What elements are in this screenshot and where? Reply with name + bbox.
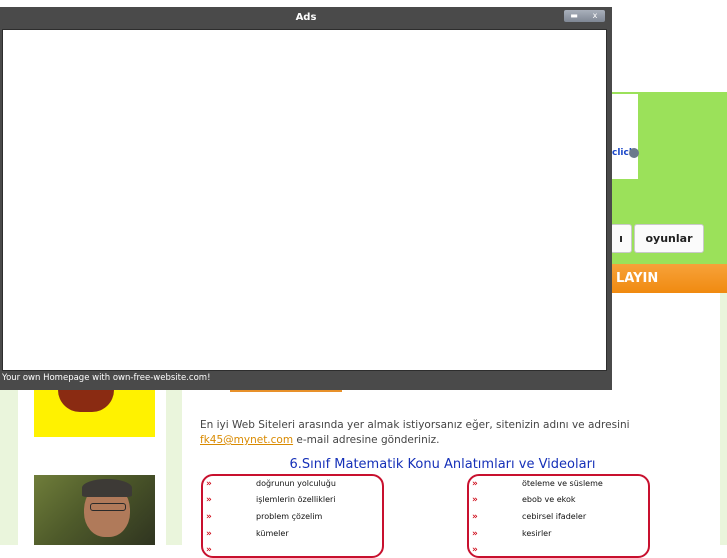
intro-after: e-mail adresine gönderiniz. <box>293 434 440 446</box>
bullet-arrow-icon: » <box>206 512 212 522</box>
ad-slot[interactable] <box>610 94 638 179</box>
profile-photo[interactable] <box>34 475 155 545</box>
ads-footer[interactable]: Your own Homepage with own-free-website.… <box>2 373 210 383</box>
topic-link[interactable]: ebob ve ekok <box>522 495 576 504</box>
topic-item[interactable]: » doğrunun yolculuğu <box>203 476 382 492</box>
topic-item[interactable]: » <box>469 542 648 558</box>
bullet-arrow-icon: » <box>206 479 212 489</box>
bullet-arrow-icon: » <box>206 529 212 539</box>
bullet-arrow-icon: » <box>472 479 478 489</box>
bullet-arrow-icon: » <box>206 545 212 555</box>
section-title: 6.Sınıf Matematik Konu Anlatımları ve Vi… <box>289 457 596 472</box>
topic-item[interactable]: » kümeler <box>203 526 382 542</box>
topic-link[interactable]: cebirsel ifadeler <box>522 512 586 521</box>
topic-link[interactable]: işlemlerin özellikleri <box>256 495 336 504</box>
topic-item[interactable]: » <box>203 542 382 558</box>
topic-list-right: » öteleme ve süsleme » ebob ve ekok » cebir… <box>467 474 650 558</box>
topic-link[interactable]: kümeler <box>256 529 289 538</box>
ads-content-area[interactable] <box>2 29 607 371</box>
topic-item[interactable]: » kesirler <box>469 526 648 542</box>
bullet-arrow-icon: » <box>472 545 478 555</box>
ads-title: Ads <box>295 12 317 23</box>
email-link[interactable]: fk45@mynet.com <box>200 434 293 446</box>
nav-button-partial[interactable]: ı <box>610 224 632 253</box>
mascot-figure <box>58 390 114 412</box>
bullet-arrow-icon: » <box>472 495 478 505</box>
bullet-arrow-icon: » <box>472 512 478 522</box>
topic-list-left: » doğrunun yolculuğu » işlemlerin özellikl… <box>201 474 384 558</box>
minimize-icon[interactable]: ▬ <box>564 10 584 22</box>
ads-window[interactable]: Ads ▬ x Your own Homepage with own-free-… <box>0 7 612 390</box>
topic-link[interactable]: doğrunun yolculuğu <box>256 479 336 488</box>
window-controls: ▬ x <box>564 10 605 22</box>
bullet-arrow-icon: » <box>472 529 478 539</box>
topic-link[interactable]: kesirler <box>522 529 551 538</box>
intro-before: En iyi Web Siteleri arasında yer almak i… <box>200 419 630 431</box>
topic-item[interactable]: » problem çözelim <box>203 509 382 525</box>
mascot-image[interactable] <box>34 390 155 437</box>
intro-text: En iyi Web Siteleri arasında yer almak i… <box>200 418 720 448</box>
info-icon[interactable] <box>629 148 639 158</box>
bullet-arrow-icon: » <box>206 495 212 505</box>
topic-item[interactable]: » cebirsel ifadeler <box>469 509 648 525</box>
nav-button-oyunlar[interactable]: oyunlar <box>634 224 704 253</box>
topic-item[interactable]: » ebob ve ekok <box>469 492 648 508</box>
topic-link[interactable]: öteleme ve süsleme <box>522 479 603 488</box>
topic-item[interactable]: » öteleme ve süsleme <box>469 476 648 492</box>
orange-banner: LAYIN <box>610 264 727 293</box>
close-icon[interactable]: x <box>585 10 605 22</box>
topic-link[interactable]: problem çözelim <box>256 512 322 521</box>
photo-glasses <box>90 503 126 511</box>
topic-item[interactable]: » işlemlerin özellikleri <box>203 492 382 508</box>
ads-titlebar[interactable]: Ads ▬ x <box>0 7 612 28</box>
photo-hair <box>82 479 132 497</box>
